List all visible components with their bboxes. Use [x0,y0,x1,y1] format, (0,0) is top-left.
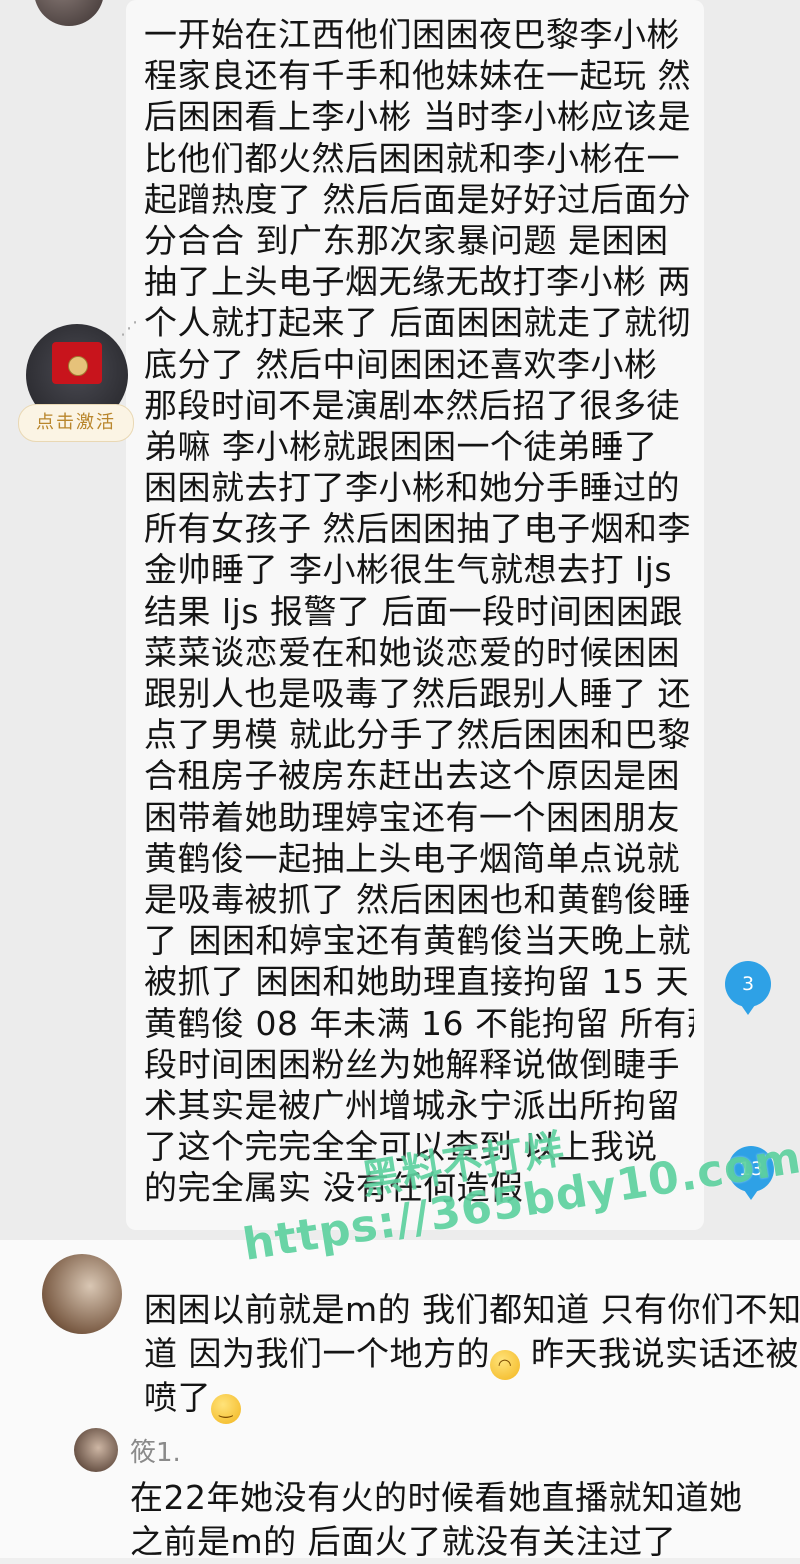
comment-line: 那段时间不是演剧本然后招了很多徒 [144,385,680,425]
comment-line: 所有女孩子 然后困困抽了电子烟和李 [144,509,691,549]
coin-icon [68,356,88,376]
comment-line: 术其实是被广州增城永宁派出所拘留 [144,1085,680,1125]
comment-line: 被抓了 困困和她助理直接拘留 15 天 [144,962,689,1002]
comment-line: 抽了上头电子烟无缘无故打李小彬 两 [144,262,691,302]
subreply-line: 之前是m的 后面火了就没有关注过了 [130,1522,677,1561]
comment-line: 弟嘛 李小彬就跟困困一个徒弟睡了 [144,426,658,466]
more-dots-icon: ⋰ [120,318,138,339]
comment-line: 起蹭热度了 然后后面是好好过后面分 [144,179,691,219]
comment-line: 黄鹤俊 08 年未满 16 不能拘留 所有那 [144,1003,694,1043]
comment-line: 结果 ljs 报警了 后面一段时间困困跟 [144,591,683,631]
comment-line: 个人就打起来了 后面困困就走了就彻 [144,303,691,343]
comment-line: 点了男模 就此分手了然后困困和巴黎 [144,715,691,755]
activate-button[interactable]: 点击激活 [18,404,134,442]
avatar[interactable] [74,1428,118,1472]
laughing-emoji-icon: ◠ [490,1350,520,1380]
comment-line: 一开始在江西他们困困夜巴黎李小彬 [144,15,680,54]
comment-line: 黄鹤俊一起抽上头电子烟简单点说就 [144,838,680,878]
comment-line: 程家良还有千手和他妹妹在一起玩 然 [144,56,691,96]
comment-line: 后困困看上李小彬 当时李小彬应该是 [144,97,691,137]
comment-line: 底分了 然后中间困困还喜欢李小彬 [144,344,658,384]
comment-line: 合租房子被房东赶出去这个原因是困 [144,756,680,796]
reply-line-text: 喷了 [144,1378,211,1417]
comment-line: 困困就去打了李小彬和她分手睡过的 [144,468,680,508]
reply-text: 困困以前就是m的 我们都知道 只有你们不知 道 因为我们一个地方的 ◠ 昨天我说实… [144,1288,800,1424]
reply-count-badge[interactable]: 3 [725,961,771,1015]
subreply-text: 在22年她没有火的时候看她直播就知道她 之前是m的 后面火了就没有关注过了 [130,1476,790,1564]
comment-line: 段时间困困粉丝为她解释说做倒睫手 [144,1044,680,1084]
comment-text: 一开始在江西他们困困夜巴黎李小彬 程家良还有千手和他妹妹在一起玩 然 后困困看上… [144,14,694,1208]
comment-line: 比他们都火然后困困就和李小彬在一 [144,138,680,178]
reply-line: 道 因为我们一个地方的 ◠ 昨天我说实话还被 [144,1332,799,1380]
comment-line: 跟别人也是吸毒了然后跟别人睡了 还 [144,674,691,713]
comment-line: 困带着她助理婷宝还有一个困困朋友 [144,797,680,837]
comment-line: 了 困困和婷宝还有黄鹤俊当天晚上就 [144,921,691,961]
username[interactable]: 筱1. [130,1432,181,1469]
reply-line: 喷了 ‿ [144,1376,784,1424]
reply-line: 困困以前就是m的 我们都知道 只有你们不知 [144,1290,800,1329]
grimace-emoji-icon: ‿ [211,1394,241,1424]
reply-line-text: 昨天我说实话还被 [520,1334,799,1373]
subreply-line: 在22年她没有火的时候看她直播就知道她 [130,1478,743,1517]
reply-line-text: 道 因为我们一个地方的 [144,1334,490,1373]
avatar[interactable] [42,1254,122,1334]
comment-line: 是吸毒被抓了 然后困困也和黄鹤俊睡 [144,879,691,919]
comment-line: 菜菜谈恋爱在和她谈恋爱的时候困困 [144,632,680,672]
comment-line: 金帅睡了 李小彬很生气就想去打 ljs [144,550,673,590]
comment-line: 分合合 到广东那次家暴问题 是困困 [144,220,669,260]
